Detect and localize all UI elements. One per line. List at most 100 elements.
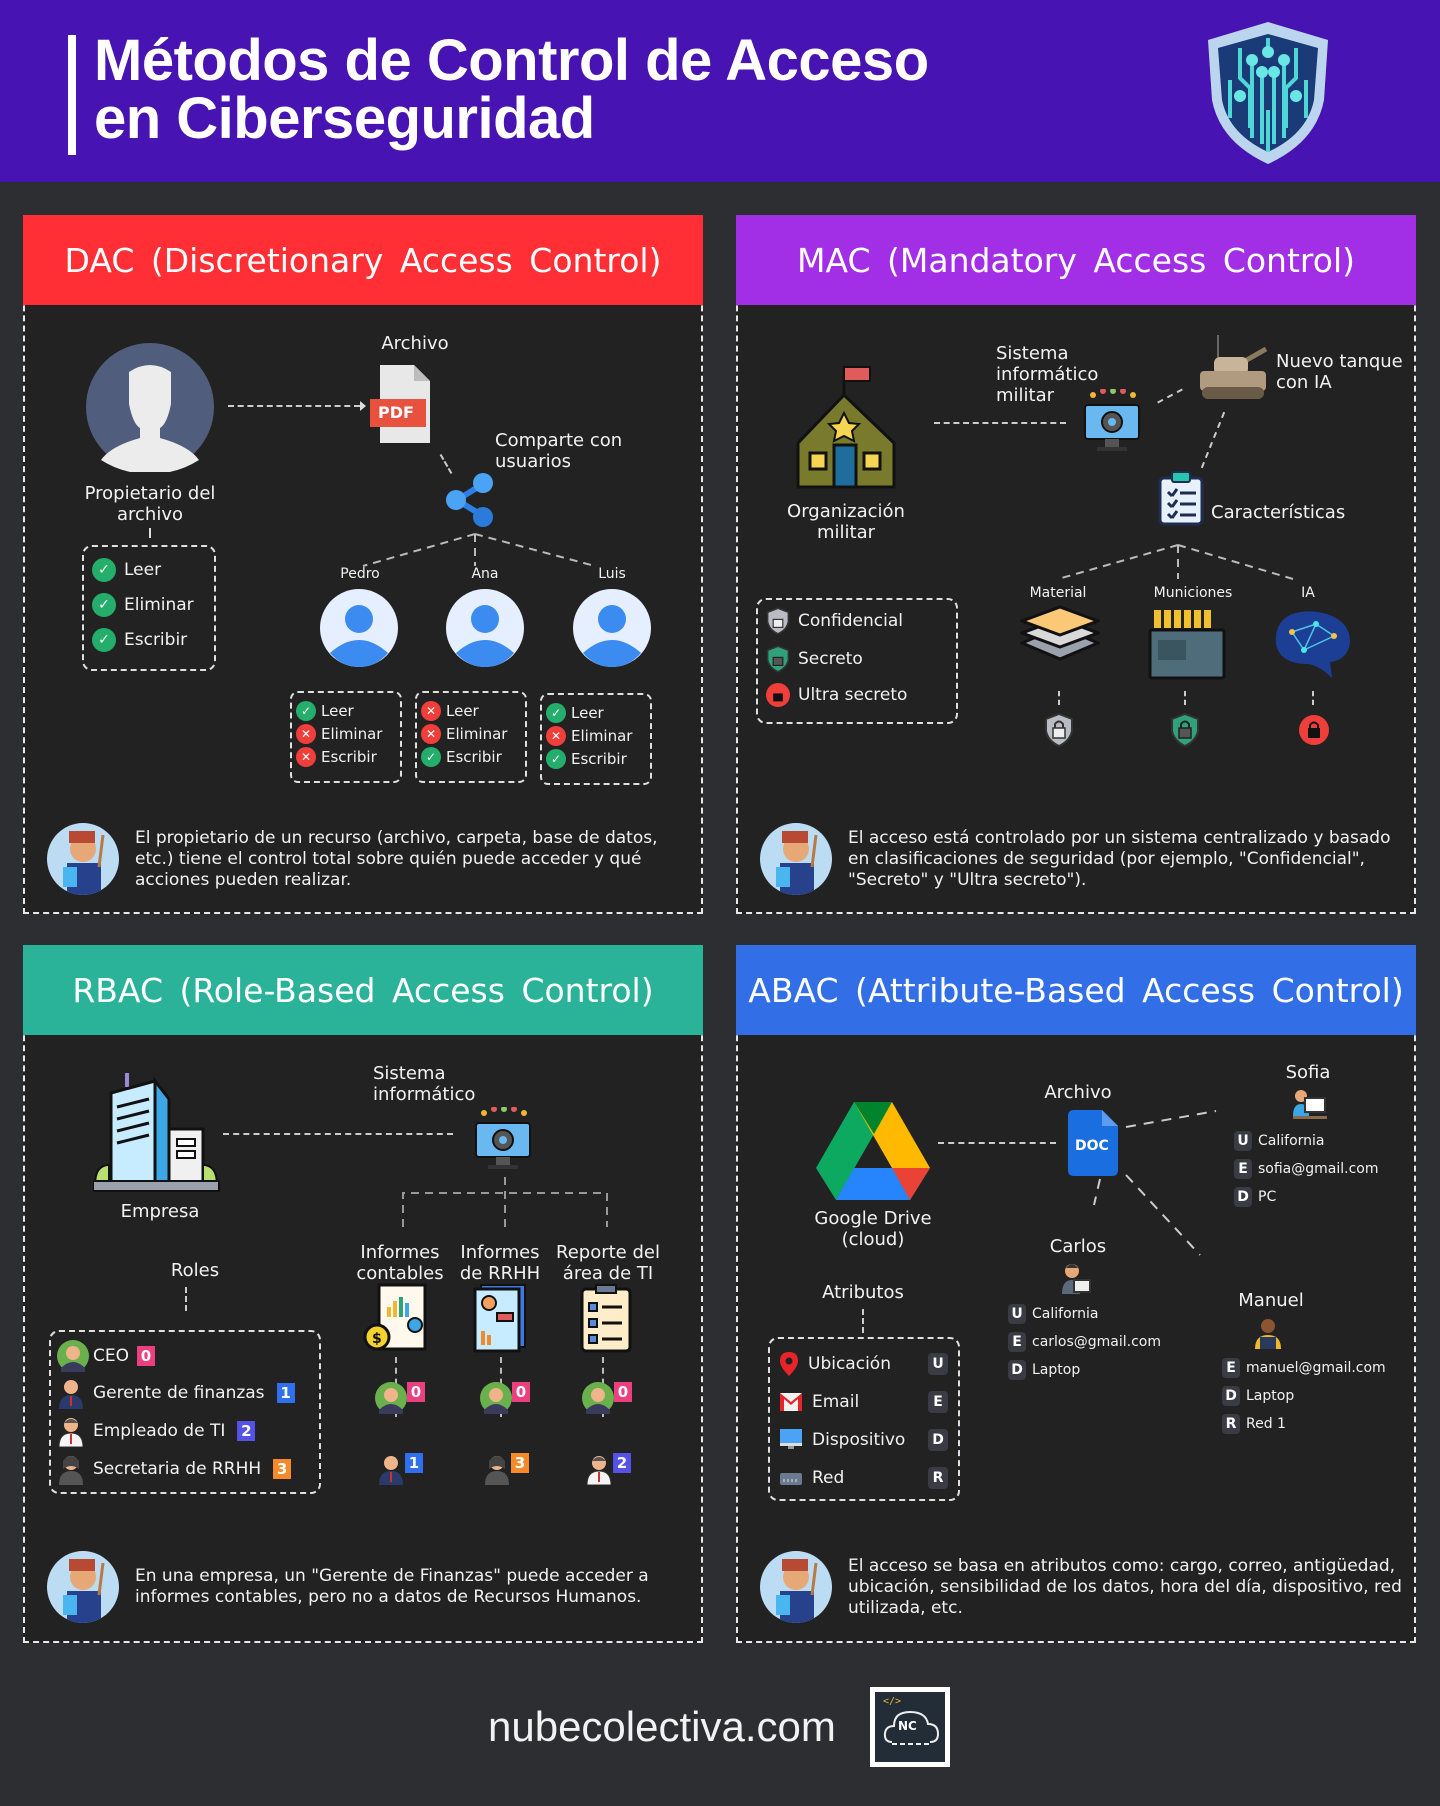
role-label: Secretaria de RRHH [93,1459,262,1479]
military-building-icon [796,365,896,489]
user-attribute: D PC [1234,1183,1379,1211]
owner-permission: ✓ Leer [92,557,206,583]
abac-note-text: El acceso se basa en atributos como: car… [848,1555,1402,1618]
role-label: CEO [93,1346,129,1366]
manager-avatar-icon [57,1377,85,1409]
role-number-badge: 0 [614,1382,632,1402]
footer-site-link[interactable]: nubecolectiva.com [488,1703,836,1751]
org-label: Organización militar [787,501,905,543]
mac-note: El acceso está controlado por un sistema… [760,823,1410,895]
attribute-value: carlos@gmail.com [1032,1334,1162,1350]
red-lock-icon [1299,715,1329,745]
user-permission: ✕ Eliminar [421,722,521,745]
ai-brain-icon [1272,610,1352,682]
attribute-item: Ubicación U [780,1345,948,1383]
security-levels-box: Confidencial Secreto Ultra secreto [756,598,958,724]
attribute-key: R [928,1467,948,1489]
check-icon: ✓ [296,700,316,721]
role-number-badge: 1 [405,1453,423,1473]
attribute-key: D [1008,1360,1026,1380]
mac-note-text: El acceso está controlado por un sistema… [848,827,1391,890]
permission-label: Escribir [321,747,377,766]
computer-gear-icon [472,1107,536,1171]
role-label: Gerente de finanzas [93,1383,265,1403]
page-title: Métodos de Control de Acceso en Ciberseg… [94,32,929,148]
attributes-arrow [862,1309,864,1333]
tank-icon [1198,335,1270,401]
check-icon: ✓ [546,702,566,723]
check-icon: ✓ [546,748,566,769]
attribute-value: California [1032,1306,1099,1322]
user-attribute: Emanuel@gmail.com [1222,1354,1386,1382]
user-permission: ✓ Leer [546,701,646,724]
rbac-note: En una empresa, un "Gerente de Finanzas"… [47,1551,697,1623]
attribute-key: U [1234,1131,1252,1151]
page-title-line1: Métodos de Control de Acceso [94,28,929,93]
resource-role: 3 [483,1453,529,1485]
attribute-value: California [1258,1133,1325,1149]
roles-arrow [185,1287,187,1311]
owner-permissions-box: ✓ Leer ✓ Eliminar ✓ Escribir [82,545,216,671]
resource-role: 0 [480,1382,530,1414]
user-attribute: Ecarlos@gmail.com [1008,1328,1161,1356]
pdf-file-icon: PDF [370,365,434,445]
email-icon [780,1393,802,1411]
nubecolectiva-logo: </> NC [870,1687,950,1767]
ceo-avatar-icon [57,1340,89,1372]
role-number-badge: 0 [137,1346,155,1366]
role-number-badge: 0 [512,1382,530,1402]
secretary-avatar-icon [57,1453,85,1485]
system-to-tank-arrow [1157,388,1183,404]
user-attribute: R Red 1 [1222,1410,1386,1438]
user-attribute: Esofia@gmail.com [1234,1155,1379,1183]
green-shield-lock-icon [766,645,790,673]
page-header: Métodos de Control de Acceso en Ciberseg… [0,0,1440,182]
svg-text:$: $ [372,1331,382,1347]
role-number-badge: 0 [407,1382,425,1402]
resource-label-hr: Informes de RRHH [459,1242,541,1284]
location-pin-icon [780,1352,798,1376]
secretary-avatar-icon [483,1453,511,1485]
attribute-key: E [1222,1358,1240,1378]
system-branch-lines [402,1177,608,1227]
user-attribute: D Laptop [1222,1382,1386,1410]
dac-note-text: El propietario de un recurso (archivo, c… [135,827,658,890]
it-employee-avatar-icon [585,1453,613,1485]
pedro-permissions-box: ✓ Leer ✕ Eliminar ✕ Escribir [290,691,402,783]
green-shield-lock-icon [1170,713,1200,747]
role-item: Empleado de TI 2 [57,1412,313,1450]
abac-note: El acceso se basa en atributos como: car… [760,1551,1410,1623]
user-permission: ✓ Escribir [421,745,521,768]
permission-label: Leer [321,701,354,720]
permission-label: Leer [124,560,162,580]
resource-label-accounting: Informes contables [356,1242,444,1284]
share-icon [443,470,497,530]
role-item: Gerente de finanzas 1 [57,1374,313,1412]
permission-label: Eliminar [124,595,194,615]
user-name-luis: Luis [598,566,626,582]
share-branch-lines [362,533,596,567]
mac-header: MAC (Mandatory Access Control) [736,215,1416,305]
cross-icon: ✕ [421,700,441,721]
it-employee-avatar-icon [57,1415,85,1447]
user-permission: ✕ Eliminar [296,722,396,745]
teacher-avatar-icon [47,1551,119,1623]
user-avatar-icon [573,589,651,667]
material-level-arrow [1058,691,1060,705]
user-name-pedro: Pedro [340,566,380,582]
attributes-label: Atributos [822,1282,904,1303]
ana-permissions-box: ✕ Leer ✕ Eliminar ✓ Escribir [415,691,527,783]
permission-label: Eliminar [446,724,508,743]
gray-shield-lock-icon [766,607,790,635]
red-lock-icon [766,683,790,707]
security-level: Confidencial [766,607,948,635]
abac-header: ABAC (Attribute-Based Access Control) [736,945,1416,1035]
roles-box: CEO 0 Gerente de finanzas 1 Empleado de … [49,1330,321,1494]
cloud-label: Google Drive (cloud) [814,1208,932,1250]
circuit-shield-icon [1200,18,1336,168]
manager-avatar-icon [377,1453,405,1485]
user-permission: ✕ Eliminar [546,724,646,747]
user-desktop-icon [1291,1088,1327,1120]
org-to-system-arrow [934,422,1066,424]
attribute-key: D [1222,1386,1240,1406]
